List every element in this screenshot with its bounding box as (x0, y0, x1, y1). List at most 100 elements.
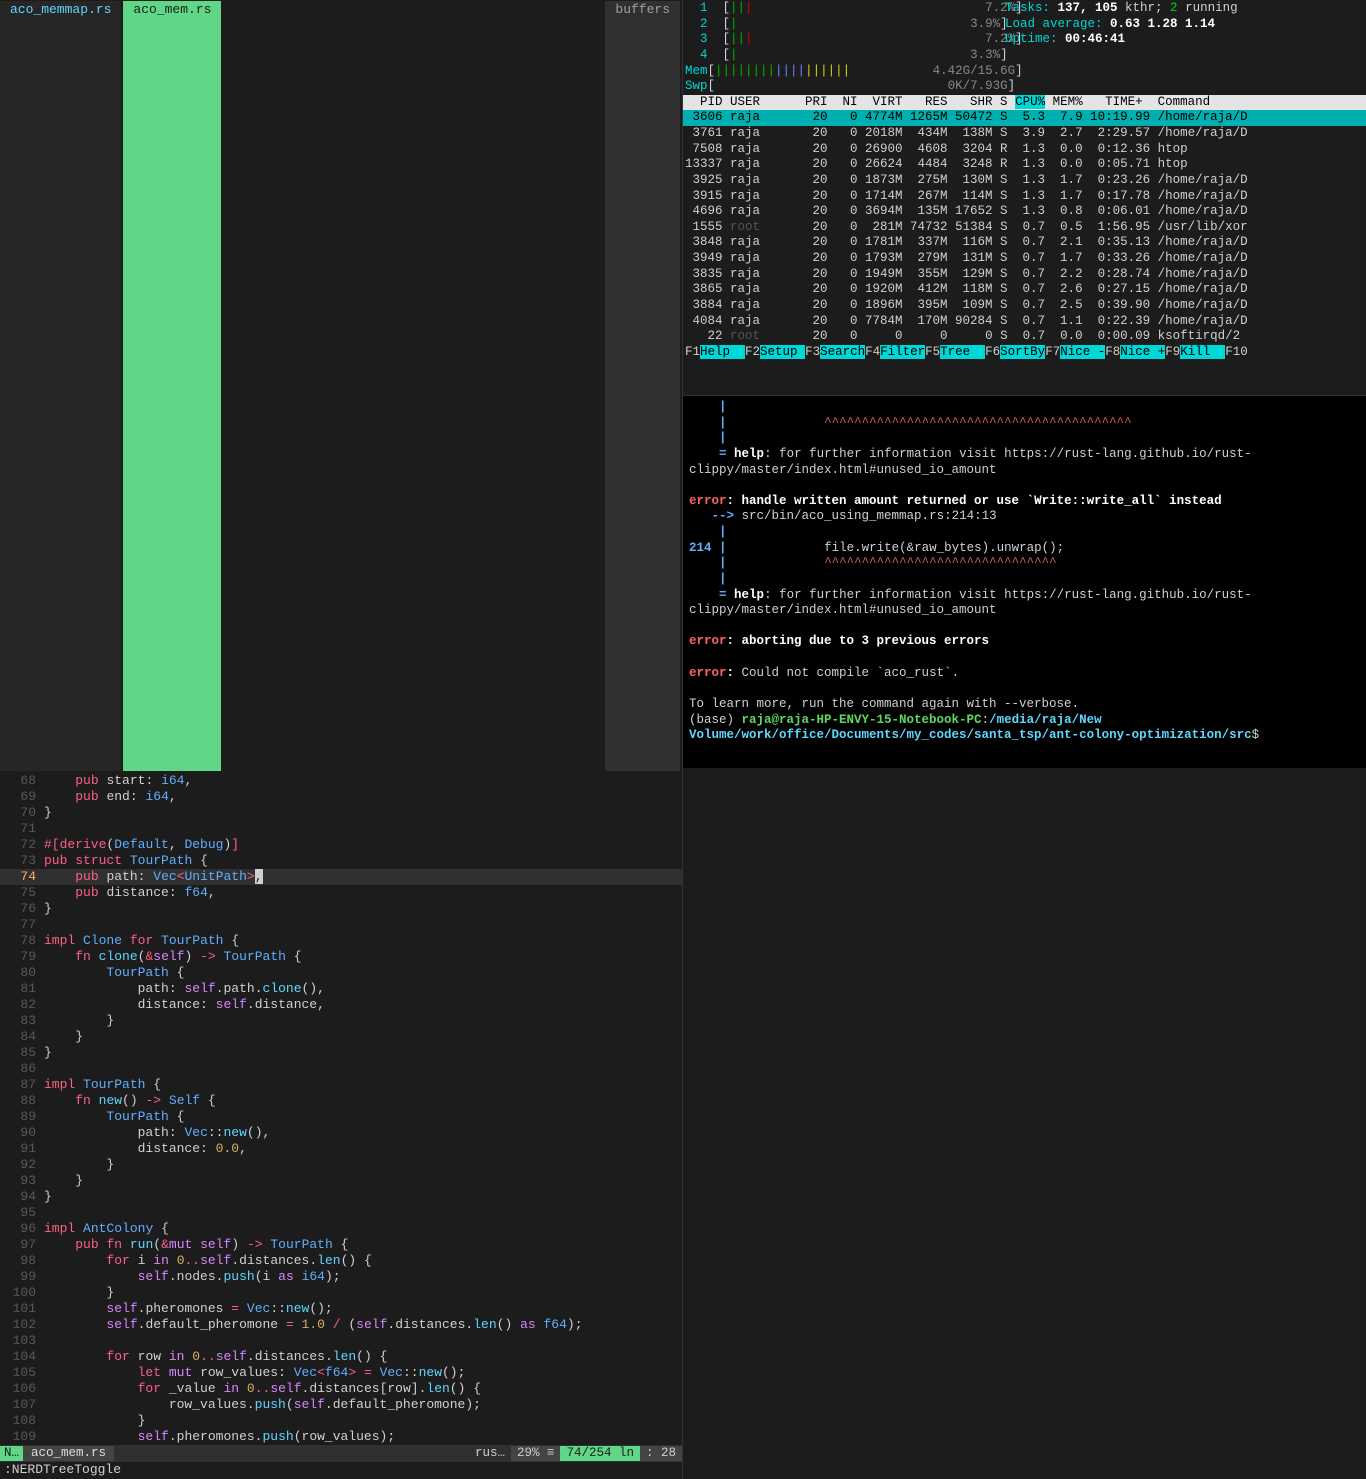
code-content[interactable]: path: self.path.clone(), (44, 981, 325, 997)
code-content[interactable]: pub path: Vec<UnitPath>, (44, 869, 263, 885)
code-line[interactable]: 103 (0, 1333, 682, 1349)
code-line[interactable]: 99 self.nodes.push(i as i64); (0, 1269, 682, 1285)
code-content[interactable]: pub fn run(&mut self) -> TourPath { (44, 1237, 348, 1253)
code-line[interactable]: 101 self.pheromones = Vec::new(); (0, 1301, 682, 1317)
process-row[interactable]: 3925 raja 20 0 1873M 275M 130M S 1.3 1.7… (683, 173, 1366, 189)
process-row[interactable]: 3761 raja 20 0 2018M 434M 138M S 3.9 2.7… (683, 126, 1366, 142)
code-line[interactable]: 72#[derive(Default, Debug)] (0, 837, 682, 853)
code-line[interactable]: 70} (0, 805, 682, 821)
code-content[interactable]: TourPath { (44, 1109, 184, 1125)
code-content[interactable]: } (44, 1173, 83, 1189)
process-row[interactable]: 3949 raja 20 0 1793M 279M 131M S 0.7 1.7… (683, 251, 1366, 267)
code-line[interactable]: 100 } (0, 1285, 682, 1301)
process-row[interactable]: 7508 raja 20 0 26900 4608 3204 R 1.3 0.0… (683, 142, 1366, 158)
code-line[interactable]: 88 fn new() -> Self { (0, 1093, 682, 1109)
function-keys[interactable]: F1Help F2Setup F3SearchF4FilterF5Tree F6… (683, 345, 1366, 361)
tab-buffers[interactable]: buffers (605, 1, 680, 771)
code-line[interactable]: 73pub struct TourPath { (0, 853, 682, 869)
code-content[interactable]: } (44, 1157, 114, 1173)
code-content[interactable]: distance: 0.0, (44, 1141, 247, 1157)
code-line[interactable]: 90 path: Vec::new(), (0, 1125, 682, 1141)
process-row[interactable]: 3884 raja 20 0 1896M 395M 109M S 0.7 2.5… (683, 298, 1366, 314)
code-line[interactable]: 109 self.pheromones.push(row_values); (0, 1429, 682, 1445)
code-content[interactable]: path: Vec::new(), (44, 1125, 270, 1141)
code-line[interactable]: 106 for _value in 0..self.distances[row]… (0, 1381, 682, 1397)
code-content[interactable]: } (44, 901, 52, 917)
process-header[interactable]: PID USER PRI NI VIRT RES SHR S CPU% MEM%… (683, 95, 1366, 111)
process-row[interactable]: 4696 raja 20 0 3694M 135M 17652 S 1.3 0.… (683, 204, 1366, 220)
code-line[interactable]: 83 } (0, 1013, 682, 1029)
code-content[interactable]: pub distance: f64, (44, 885, 216, 901)
code-content[interactable]: impl TourPath { (44, 1077, 161, 1093)
code-content[interactable]: self.default_pheromone = 1.0 / (self.dis… (44, 1317, 583, 1333)
code-line[interactable]: 105 let mut row_values: Vec<f64> = Vec::… (0, 1365, 682, 1381)
code-content[interactable]: pub struct TourPath { (44, 853, 208, 869)
code-content[interactable]: for _value in 0..self.distances[row].len… (44, 1381, 481, 1397)
code-line[interactable]: 89 TourPath { (0, 1109, 682, 1125)
code-line[interactable]: 104 for row in 0..self.distances.len() { (0, 1349, 682, 1365)
code-content[interactable]: for i in 0..self.distances.len() { (44, 1253, 372, 1269)
code-line[interactable]: 74 pub path: Vec<UnitPath>, (0, 869, 682, 885)
code-content[interactable]: #[derive(Default, Debug)] (44, 837, 239, 853)
command-line[interactable]: :NERDTreeToggle (0, 1462, 682, 1479)
process-row[interactable]: 13337 raja 20 0 26624 4484 3248 R 1.3 0.… (683, 157, 1366, 173)
process-row[interactable]: 3915 raja 20 0 1714M 267M 114M S 1.3 1.7… (683, 189, 1366, 205)
code-line[interactable]: 69 pub end: i64, (0, 789, 682, 805)
code-line[interactable]: 97 pub fn run(&mut self) -> TourPath { (0, 1237, 682, 1253)
code-content[interactable]: } (44, 1413, 145, 1429)
code-line[interactable]: 86 (0, 1061, 682, 1077)
code-line[interactable]: 78impl Clone for TourPath { (0, 933, 682, 949)
process-row[interactable]: 1555 root 20 0 281M 74732 51384 S 0.7 0.… (683, 220, 1366, 236)
code-line[interactable]: 84 } (0, 1029, 682, 1045)
terminal-pane[interactable]: | | ^^^^^^^^^^^^^^^^^^^^^^^^^^^^^^^^^^^^… (683, 395, 1366, 768)
tab-active[interactable]: aco_mem.rs (123, 1, 221, 771)
code-content[interactable]: TourPath { (44, 965, 184, 981)
code-line[interactable]: 80 TourPath { (0, 965, 682, 981)
code-line[interactable]: 107 row_values.push(self.default_pheromo… (0, 1397, 682, 1413)
code-content[interactable]: } (44, 805, 52, 821)
code-content[interactable]: for row in 0..self.distances.len() { (44, 1349, 387, 1365)
code-content[interactable]: self.pheromones = Vec::new(); (44, 1301, 333, 1317)
code-line[interactable]: 77 (0, 917, 682, 933)
code-line[interactable]: 71 (0, 821, 682, 837)
code-line[interactable]: 102 self.default_pheromone = 1.0 / (self… (0, 1317, 682, 1333)
process-row[interactable]: 3835 raja 20 0 1949M 355M 129M S 0.7 2.2… (683, 267, 1366, 283)
code-line[interactable]: 82 distance: self.distance, (0, 997, 682, 1013)
code-content[interactable]: let mut row_values: Vec<f64> = Vec::new(… (44, 1365, 465, 1381)
code-line[interactable]: 108 } (0, 1413, 682, 1429)
code-line[interactable]: 85} (0, 1045, 682, 1061)
htop-pane[interactable]: 1 [||| 7.2%] 2 [| 3.9%] 3 [||| 7.2%] 4 [… (683, 0, 1366, 395)
code-content[interactable]: self.pheromones.push(row_values); (44, 1429, 395, 1445)
process-row[interactable]: 22 root 20 0 0 0 0 S 0.7 0.0 0:00.09 kso… (683, 329, 1366, 345)
code-content[interactable]: impl AntColony { (44, 1221, 169, 1237)
code-content[interactable]: } (44, 1029, 83, 1045)
code-content[interactable]: } (44, 1285, 114, 1301)
process-row[interactable]: 3865 raja 20 0 1920M 412M 118M S 0.7 2.6… (683, 282, 1366, 298)
code-content[interactable]: self.nodes.push(i as i64); (44, 1269, 341, 1285)
code-content[interactable]: distance: self.distance, (44, 997, 325, 1013)
code-content[interactable]: pub start: i64, (44, 773, 192, 789)
process-row[interactable]: 4084 raja 20 0 7784M 170M 90284 S 0.7 1.… (683, 314, 1366, 330)
code-content[interactable]: row_values.push(self.default_pheromone); (44, 1397, 481, 1413)
code-line[interactable]: 96impl AntColony { (0, 1221, 682, 1237)
code-line[interactable]: 95 (0, 1205, 682, 1221)
code-line[interactable]: 76} (0, 901, 682, 917)
code-line[interactable]: 79 fn clone(&self) -> TourPath { (0, 949, 682, 965)
code-line[interactable]: 81 path: self.path.clone(), (0, 981, 682, 997)
code-line[interactable]: 94} (0, 1189, 682, 1205)
code-editor[interactable]: 68 pub start: i64,69 pub end: i64,70}717… (0, 772, 682, 1445)
code-content[interactable]: impl Clone for TourPath { (44, 933, 239, 949)
process-row[interactable]: 3848 raja 20 0 1781M 337M 116M S 0.7 2.1… (683, 235, 1366, 251)
code-line[interactable]: 93 } (0, 1173, 682, 1189)
code-line[interactable]: 75 pub distance: f64, (0, 885, 682, 901)
code-content[interactable]: pub end: i64, (44, 789, 177, 805)
code-line[interactable]: 92 } (0, 1157, 682, 1173)
code-content[interactable]: } (44, 1189, 52, 1205)
code-line[interactable]: 98 for i in 0..self.distances.len() { (0, 1253, 682, 1269)
code-content[interactable]: } (44, 1045, 52, 1061)
code-line[interactable]: 91 distance: 0.0, (0, 1141, 682, 1157)
process-row[interactable]: 3606 raja 20 0 4774M 1265M 50472 S 5.3 7… (683, 110, 1366, 126)
code-content[interactable]: } (44, 1013, 114, 1029)
code-content[interactable]: fn new() -> Self { (44, 1093, 216, 1109)
code-line[interactable]: 68 pub start: i64, (0, 773, 682, 789)
